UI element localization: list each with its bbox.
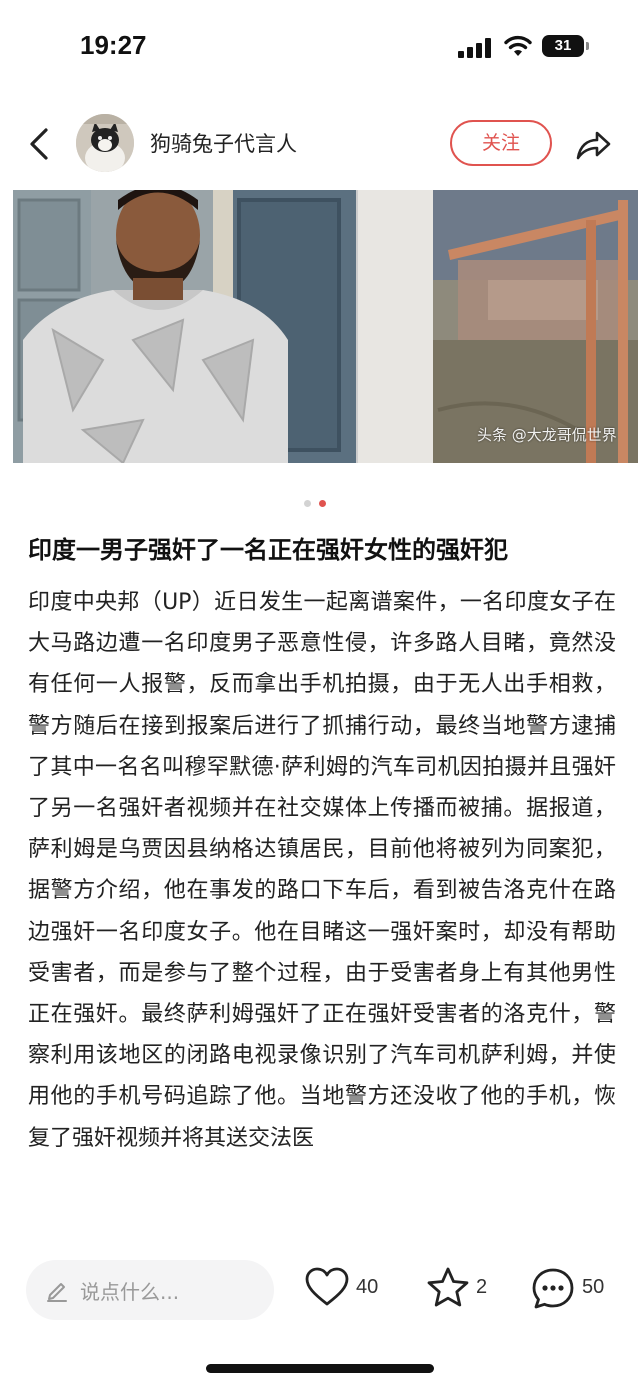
carousel-dot — [304, 500, 311, 507]
status-bar: 19:27 31 — [0, 0, 640, 95]
comment-input[interactable]: 说点什么... — [26, 1260, 274, 1320]
article-title: 印度一男子强奸了一名正在强奸女性的强奸犯 — [28, 536, 508, 564]
battery-level: 31 — [554, 37, 572, 54]
favorite-button[interactable]: 2 — [426, 1266, 496, 1312]
image-carousel[interactable]: 头条 @大龙哥侃世界 — [13, 190, 638, 463]
comment-count: 50 — [582, 1276, 605, 1298]
star-icon — [427, 1267, 469, 1307]
bottom-action-bar: 说点什么... 40 2 50 — [0, 1244, 640, 1386]
favorite-count: 2 — [476, 1276, 488, 1298]
carousel-page-indicator — [304, 500, 334, 508]
battery-cap — [586, 42, 589, 50]
news-photo-man — [13, 190, 356, 463]
home-indicator[interactable] — [206, 1364, 434, 1373]
status-time: 19:27 — [80, 30, 147, 60]
article-body-container: 印度中央邦（UP）近日发生一起离谱案件，一名印度女子在大马路边遭一名印度男子恶意… — [28, 582, 616, 1244]
follow-button[interactable]: 关注 — [450, 120, 552, 166]
chat-bubble-icon — [532, 1268, 574, 1309]
back-button[interactable] — [22, 124, 58, 164]
share-button[interactable] — [572, 124, 614, 164]
avatar[interactable] — [76, 114, 134, 172]
image-watermark: 头条 @大龙哥侃世界 — [477, 426, 617, 444]
comment-button[interactable]: 50 — [530, 1266, 620, 1312]
comment-placeholder: 说点什么... — [80, 1280, 180, 1304]
cellular-signal-icon — [458, 38, 492, 58]
author-name[interactable]: 狗骑兔子代言人 — [150, 128, 297, 158]
post-header: 狗骑兔子代言人 关注 — [0, 108, 640, 180]
news-photo-blurred-scene — [358, 190, 638, 463]
like-button[interactable]: 40 — [304, 1266, 394, 1312]
battery-icon: 31 — [542, 35, 584, 57]
heart-icon — [305, 1267, 349, 1306]
like-count: 40 — [356, 1276, 379, 1298]
wifi-icon — [504, 35, 532, 56]
article-body: 印度中央邦（UP）近日发生一起离谱案件，一名印度女子在大马路边遭一名印度男子恶意… — [28, 590, 616, 1151]
avatar-cat-image — [76, 114, 134, 172]
pencil-icon — [47, 1283, 67, 1302]
carousel-dot-active — [319, 500, 326, 507]
